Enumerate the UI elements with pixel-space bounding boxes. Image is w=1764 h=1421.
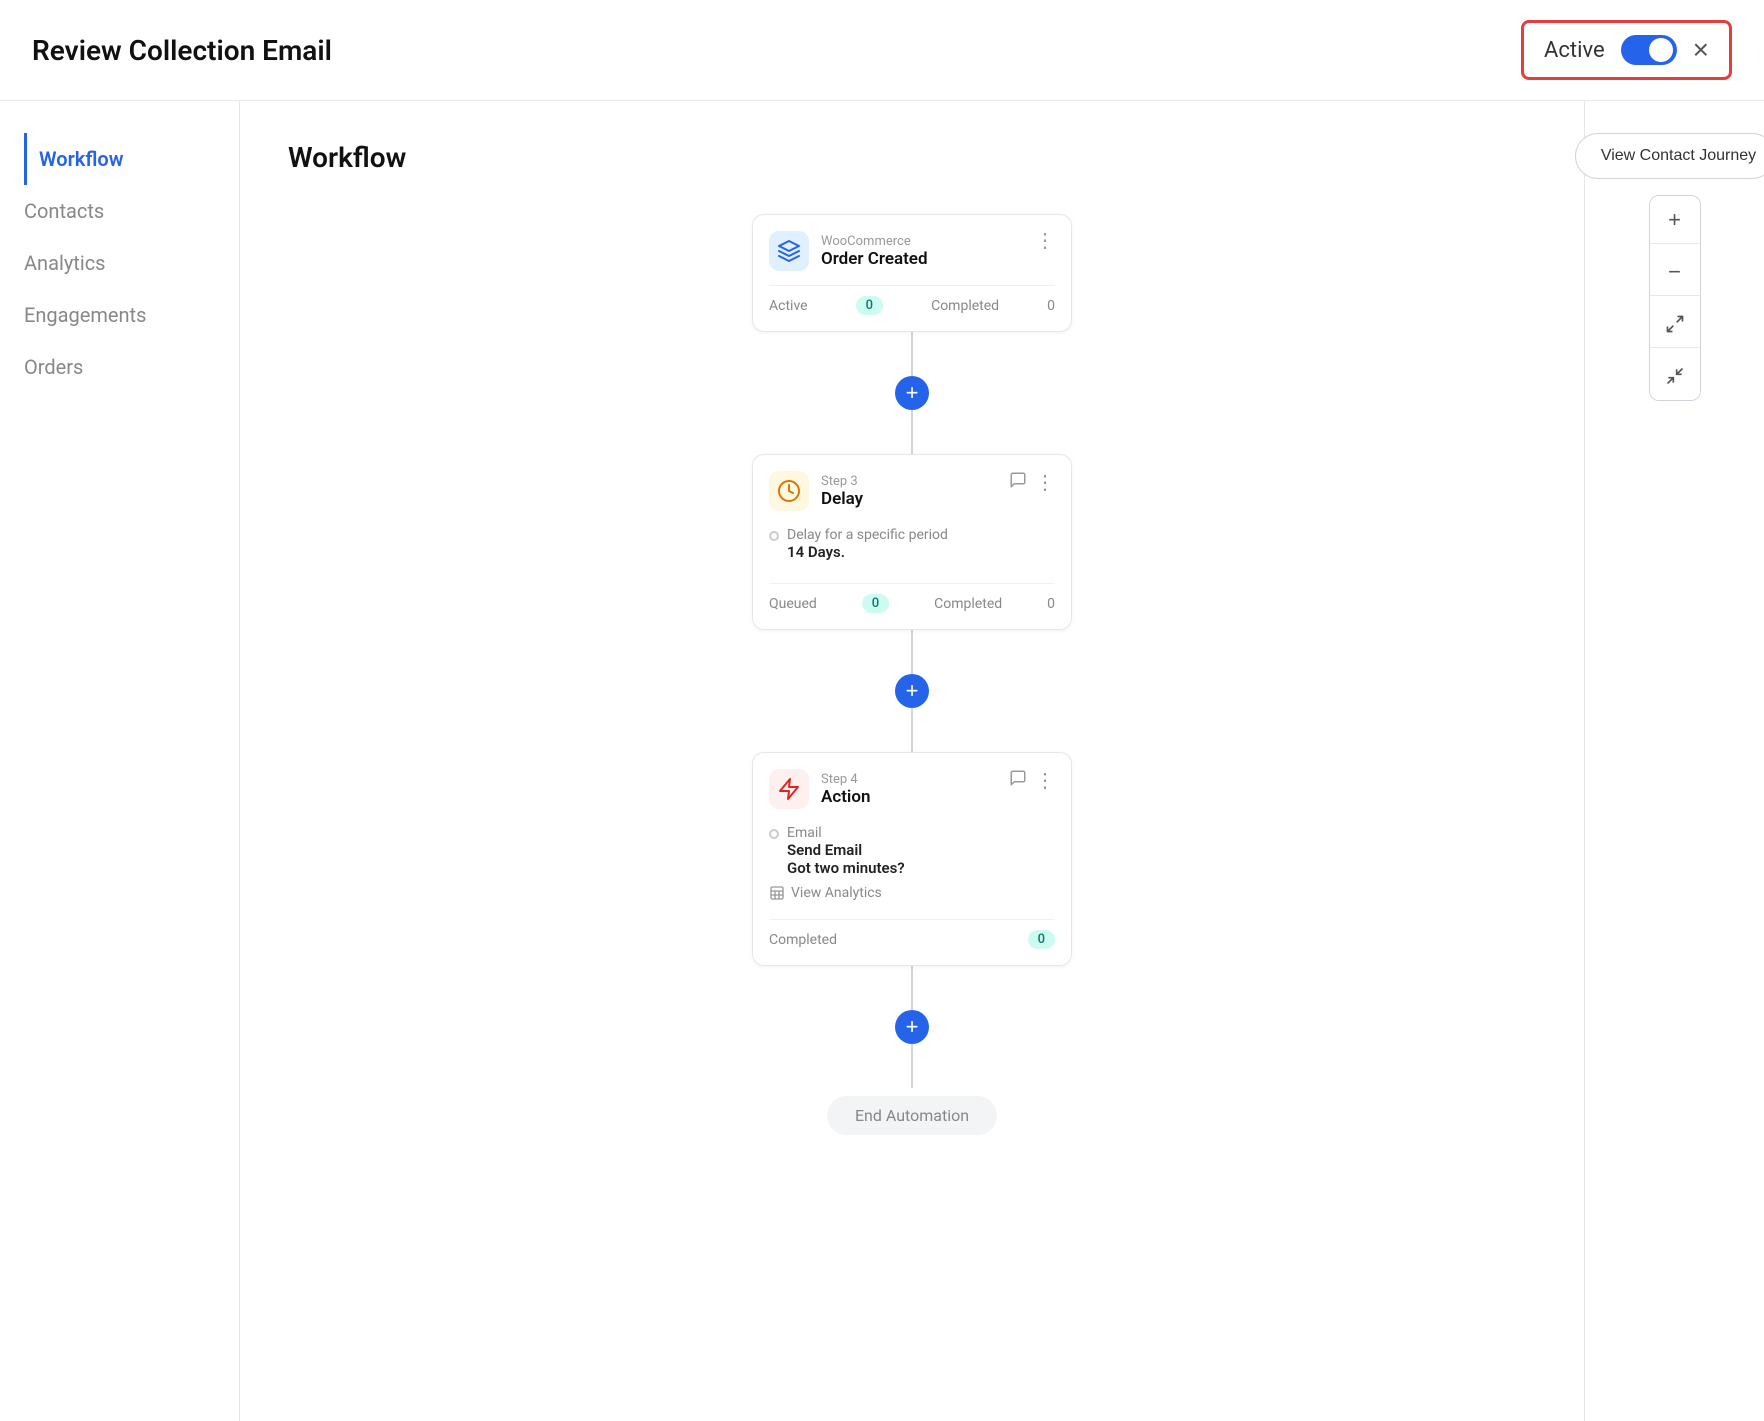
- action-detail-circle: [769, 829, 779, 839]
- analytics-icon: [769, 885, 785, 901]
- delay-queued-count: 0: [862, 594, 889, 613]
- trigger-card-footer: Active 0 Completed 0: [769, 285, 1055, 315]
- action-card-footer: Completed 0: [769, 919, 1055, 949]
- delay-detail-circle: [769, 531, 779, 541]
- trigger-card-info: WooCommerce Order Created: [821, 234, 928, 269]
- action-comment-button[interactable]: [1009, 769, 1027, 792]
- delay-title: Delay: [821, 489, 863, 509]
- zoom-controls: + −: [1649, 195, 1701, 401]
- delay-card-menu: ⋮: [1009, 471, 1055, 494]
- view-contact-journey-button[interactable]: View Contact Journey: [1575, 133, 1764, 179]
- delay-comment-button[interactable]: [1009, 471, 1027, 494]
- active-toggle[interactable]: [1621, 35, 1677, 65]
- connector-6: [911, 1044, 913, 1088]
- delay-description: Delay for a specific period: [787, 527, 948, 543]
- main-layout: Workflow Contacts Analytics Engagements …: [0, 101, 1764, 1421]
- toggle-thumb: [1649, 38, 1673, 62]
- delay-queued-label: Queued: [769, 596, 817, 612]
- header: Review Collection Email Active ×: [0, 0, 1764, 101]
- connector-4: [911, 708, 913, 752]
- collapse-icon: [1665, 366, 1685, 386]
- trigger-completed-count: 0: [1047, 298, 1055, 314]
- trigger-card-menu: ⋮: [1035, 231, 1055, 251]
- action-completed-count: 0: [1028, 930, 1055, 949]
- add-step-button-1[interactable]: +: [895, 376, 929, 410]
- sidebar: Workflow Contacts Analytics Engagements …: [0, 101, 240, 1421]
- action-card-header: Step 4 Action ⋮: [769, 769, 1055, 809]
- action-icon: [769, 769, 809, 809]
- zoom-in-button[interactable]: +: [1649, 196, 1701, 244]
- sidebar-item-workflow[interactable]: Workflow: [24, 133, 215, 185]
- action-detail: Email Send Email Got two minutes?: [769, 825, 1055, 877]
- trigger-provider: WooCommerce: [821, 234, 928, 249]
- active-status-container: Active ×: [1521, 20, 1732, 80]
- connector-3: [911, 630, 913, 674]
- action-completed-label: Completed: [769, 932, 837, 948]
- sidebar-item-analytics[interactable]: Analytics: [24, 237, 215, 289]
- delay-card-header: Step 3 Delay ⋮: [769, 471, 1055, 511]
- action-detail-text: Email Send Email Got two minutes?: [787, 825, 905, 877]
- content-title: Workflow: [288, 141, 1536, 174]
- active-label: Active: [1544, 38, 1605, 63]
- workflow-canvas: WooCommerce Order Created ⋮ Active 0 Com…: [288, 214, 1536, 1135]
- trigger-active-count: 0: [856, 296, 883, 315]
- delay-value: 14 Days.: [787, 543, 948, 561]
- sidebar-item-engagements[interactable]: Engagements: [24, 289, 215, 341]
- action-title: Action: [821, 787, 870, 807]
- email-label: Email: [787, 825, 905, 841]
- trigger-card-header: WooCommerce Order Created ⋮: [769, 231, 1055, 271]
- action-menu-button[interactable]: ⋮: [1035, 771, 1055, 791]
- add-step-button-3[interactable]: +: [895, 1010, 929, 1044]
- delay-card: Step 3 Delay ⋮: [752, 454, 1072, 630]
- end-automation: End Automation: [827, 1096, 997, 1135]
- add-step-button-2[interactable]: +: [895, 674, 929, 708]
- connector-5: [911, 966, 913, 1010]
- view-analytics-row[interactable]: View Analytics: [769, 885, 1055, 901]
- action-card-body: Email Send Email Got two minutes?: [769, 821, 1055, 905]
- zoom-fit-button[interactable]: [1649, 300, 1701, 348]
- delay-card-body: Delay for a specific period 14 Days.: [769, 523, 1055, 569]
- zoom-collapse-button[interactable]: [1649, 352, 1701, 400]
- view-analytics-label: View Analytics: [791, 885, 882, 901]
- action-card-header-left: Step 4 Action: [769, 769, 870, 809]
- delay-step: Step 3: [821, 474, 863, 489]
- delay-menu-button[interactable]: ⋮: [1035, 473, 1055, 493]
- delay-icon: [769, 471, 809, 511]
- delay-detail-text: Delay for a specific period 14 Days.: [787, 527, 948, 561]
- content-area: Workflow WooCommerce: [240, 101, 1584, 1421]
- zoom-out-button[interactable]: −: [1649, 248, 1701, 296]
- trigger-menu-button[interactable]: ⋮: [1035, 231, 1055, 251]
- connector-1: [911, 332, 913, 376]
- delay-completed-count: 0: [1047, 596, 1055, 612]
- sidebar-item-contacts[interactable]: Contacts: [24, 185, 215, 237]
- sidebar-item-orders[interactable]: Orders: [24, 341, 215, 393]
- action-card-info: Step 4 Action: [821, 772, 870, 807]
- delay-completed-label: Completed: [934, 596, 1002, 612]
- delay-detail: Delay for a specific period 14 Days.: [769, 527, 1055, 561]
- connector-2: [911, 410, 913, 454]
- trigger-active-label: Active: [769, 298, 808, 314]
- page-title: Review Collection Email: [32, 34, 332, 67]
- delay-card-footer: Queued 0 Completed 0: [769, 583, 1055, 613]
- expand-icon: [1665, 314, 1685, 334]
- right-panel: View Contact Journey + −: [1584, 101, 1764, 1421]
- trigger-card-header-left: WooCommerce Order Created: [769, 231, 928, 271]
- trigger-icon: [769, 231, 809, 271]
- trigger-card: WooCommerce Order Created ⋮ Active 0 Com…: [752, 214, 1072, 332]
- delay-card-info: Step 3 Delay: [821, 474, 863, 509]
- action-card: Step 4 Action ⋮: [752, 752, 1072, 966]
- action-step: Step 4: [821, 772, 870, 787]
- trigger-completed-label: Completed: [931, 298, 999, 314]
- view-journey-label: View Contact Journey: [1601, 147, 1756, 165]
- email-action: Send Email: [787, 841, 905, 859]
- email-subject: Got two minutes?: [787, 859, 905, 877]
- delay-card-header-left: Step 3 Delay: [769, 471, 863, 511]
- close-button[interactable]: ×: [1693, 36, 1709, 64]
- trigger-title: Order Created: [821, 249, 928, 269]
- action-card-menu: ⋮: [1009, 769, 1055, 792]
